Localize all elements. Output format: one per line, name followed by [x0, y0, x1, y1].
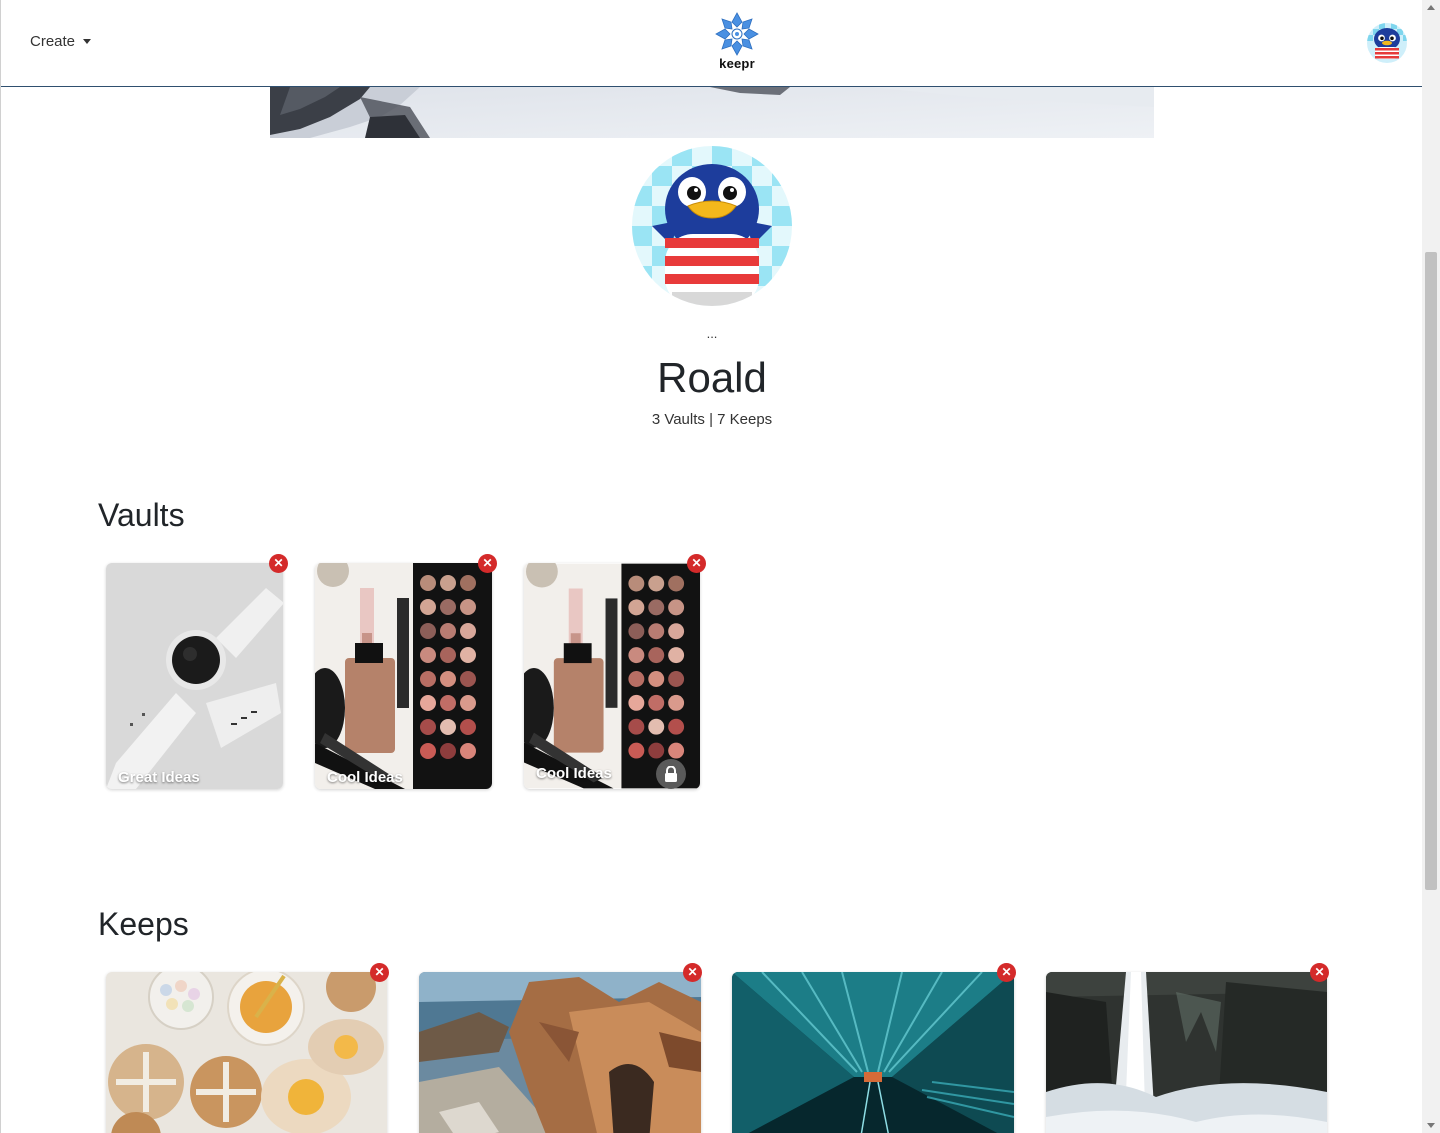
- create-dropdown[interactable]: Create: [30, 33, 92, 50]
- coastal-rock-arch-photo: [419, 972, 701, 1133]
- delete-vault-button[interactable]: ✕: [269, 554, 288, 573]
- snowy-mountain-photo: [270, 87, 1154, 138]
- vault-card[interactable]: Great Ideas: [106, 563, 283, 789]
- profile-name: Roald: [657, 354, 767, 401]
- keepr-logo[interactable]: keepr: [713, 11, 761, 71]
- delete-vault-button[interactable]: ✕: [478, 554, 497, 573]
- close-icon: ✕: [1001, 965, 1012, 979]
- smartwatch-photo: [106, 563, 283, 789]
- close-icon: ✕: [691, 556, 702, 570]
- vault-card[interactable]: Cool Ideas: [315, 563, 492, 789]
- close-icon: ✕: [687, 965, 698, 979]
- teal-tunnel-photo: [732, 972, 1014, 1133]
- logo-text: keepr: [719, 56, 755, 71]
- profile-avatar: [632, 146, 792, 306]
- penguin-profile-photo: [632, 146, 792, 306]
- delete-keep-button[interactable]: ✕: [1310, 963, 1329, 982]
- close-icon: ✕: [482, 556, 493, 570]
- keep-card[interactable]: [419, 972, 701, 1133]
- page-viewport: Create keepr ... Roald 3 Vaults | 7 Keep…: [0, 0, 1422, 1133]
- delete-keep-button[interactable]: ✕: [683, 963, 702, 982]
- navbar: Create keepr: [1, 0, 1422, 87]
- delete-keep-button[interactable]: ✕: [370, 963, 389, 982]
- delete-keep-button[interactable]: ✕: [997, 963, 1016, 982]
- keep-card[interactable]: [1046, 972, 1327, 1133]
- vaults-heading: Vaults: [98, 497, 185, 533]
- caret-down-icon: [83, 39, 92, 44]
- user-avatar[interactable]: [1367, 23, 1407, 63]
- close-icon: ✕: [374, 965, 385, 979]
- penguin-avatar-icon: [1367, 23, 1407, 63]
- scroll-up-arrow-icon[interactable]: [1427, 5, 1435, 10]
- waterfall-photo: [1046, 972, 1327, 1133]
- keep-card[interactable]: [106, 972, 387, 1133]
- delete-vault-button[interactable]: ✕: [687, 554, 706, 573]
- close-icon: ✕: [1314, 965, 1325, 979]
- vault-label: Cool Ideas: [327, 769, 403, 786]
- profile-menu-dots[interactable]: ...: [1, 326, 1422, 341]
- vault-label: Great Ideas: [118, 769, 200, 786]
- profile-counts: 3 Vaults | 7 Keeps: [651, 411, 773, 428]
- makeup-palette-photo: [315, 563, 492, 789]
- cover-image: [270, 87, 1154, 138]
- vault-label: Cool Ideas: [536, 765, 612, 782]
- makeup-palette-photo: [524, 563, 700, 789]
- create-label: Create: [30, 33, 76, 50]
- close-icon: ✕: [273, 556, 284, 570]
- keep-card[interactable]: [732, 972, 1014, 1133]
- scrollbar-thumb[interactable]: [1425, 252, 1437, 890]
- page-scrollbar[interactable]: [1422, 0, 1440, 1133]
- lock-icon: [656, 759, 686, 789]
- hot-cross-buns-photo: [106, 972, 387, 1133]
- keeps-heading: Keeps: [98, 906, 189, 942]
- scroll-down-arrow-icon[interactable]: [1427, 1123, 1435, 1128]
- vault-card[interactable]: Cool Ideas: [524, 563, 700, 789]
- snowflake-logo-icon: [715, 12, 759, 56]
